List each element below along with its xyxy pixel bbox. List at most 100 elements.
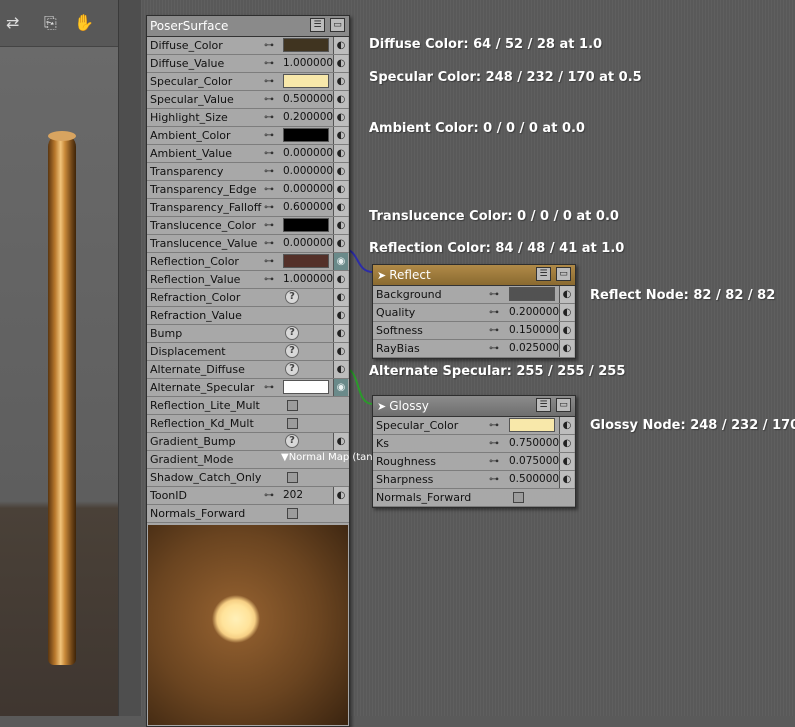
node-row[interactable]: Ks ⊶ 0.750000 ◐ bbox=[373, 435, 575, 453]
node-row[interactable]: Ambient_Color ⊶ ◐ bbox=[147, 127, 349, 145]
node-row[interactable]: Specular_Color ⊶ ◐ bbox=[147, 73, 349, 91]
checkbox[interactable] bbox=[287, 400, 298, 411]
value-field[interactable]: 0.500000 bbox=[283, 92, 333, 106]
link-icon[interactable]: ⊶ bbox=[264, 382, 274, 393]
value-field[interactable]: 0.025000 bbox=[509, 341, 559, 355]
export-icon[interactable]: ⎘ bbox=[44, 14, 57, 32]
link-icon[interactable]: ⊶ bbox=[264, 490, 274, 501]
value-field[interactable]: 0.200000 bbox=[509, 305, 559, 319]
input-plug-icon[interactable]: ◐ bbox=[333, 343, 348, 360]
value-field[interactable]: 0.000000 bbox=[283, 146, 333, 160]
input-plug-icon[interactable]: ◐ bbox=[333, 487, 348, 504]
link-icon[interactable]: ⊶ bbox=[489, 343, 499, 354]
link-icon[interactable]: ⊶ bbox=[264, 112, 274, 123]
checkbox[interactable] bbox=[287, 472, 298, 483]
value-field[interactable]: 0.200000 bbox=[283, 110, 333, 124]
hand-icon[interactable]: ✋ bbox=[74, 14, 94, 32]
node-row[interactable]: Refraction_Value ◐ bbox=[147, 307, 349, 325]
link-icon[interactable]: ⊶ bbox=[264, 184, 274, 195]
value-field[interactable]: 0.150000 bbox=[509, 323, 559, 337]
node-row[interactable]: Roughness ⊶ 0.075000 ◐ bbox=[373, 453, 575, 471]
link-icon[interactable]: ⊶ bbox=[264, 76, 274, 87]
node-row[interactable]: ToonID ⊶ 202 ◐ bbox=[147, 487, 349, 505]
value-field[interactable]: 202 bbox=[283, 488, 329, 502]
link-icon[interactable]: ⊶ bbox=[264, 202, 274, 213]
node-row[interactable]: Alternate_Specular ⊶ ◉ bbox=[147, 379, 349, 397]
node-row[interactable]: Reflection_Kd_Mult bbox=[147, 415, 349, 433]
node-row[interactable]: Gradient_Mode ▼Normal Map (tan bbox=[147, 451, 373, 469]
input-plug-icon[interactable]: ◐ bbox=[333, 145, 348, 162]
node-row[interactable]: Normals_Forward bbox=[373, 489, 575, 507]
node-row[interactable]: Transparency ⊶ 0.000000 ◐ bbox=[147, 163, 349, 181]
node-row[interactable]: Reflection_Color ⊶ ◉ bbox=[147, 253, 349, 271]
input-plug-icon[interactable]: ◐ bbox=[333, 127, 348, 144]
link-icon[interactable]: ⊶ bbox=[264, 40, 274, 51]
node-row[interactable]: Transparency_Falloff ⊶ 0.600000 ◐ bbox=[147, 199, 349, 217]
input-plug-icon[interactable]: ◐ bbox=[559, 286, 574, 303]
node-row[interactable]: Diffuse_Color ⊶ ◐ bbox=[147, 37, 349, 55]
value-field[interactable]: 0.075000 bbox=[509, 454, 559, 468]
poser-surface-node[interactable]: PoserSurface ☰ ▭ Diffuse_Color ⊶ ◐ Diffuse_… bbox=[146, 15, 373, 727]
link-icon[interactable]: ⊶ bbox=[264, 256, 274, 267]
node-row[interactable]: RayBias ⊶ 0.025000 ◐ bbox=[373, 340, 575, 358]
link-icon[interactable]: ⊶ bbox=[264, 274, 274, 285]
color-swatch[interactable] bbox=[283, 218, 329, 232]
node-row[interactable]: Softness ⊶ 0.150000 ◐ bbox=[373, 322, 575, 340]
node-row[interactable]: Ambient_Value ⊶ 0.000000 ◐ bbox=[147, 145, 349, 163]
input-plug-icon[interactable]: ◐ bbox=[333, 271, 348, 288]
node-row[interactable]: Quality ⊶ 0.200000 ◐ bbox=[373, 304, 575, 322]
glossy-header[interactable]: ➤ Glossy ☰ ▭ bbox=[373, 396, 575, 417]
node-row[interactable]: Refraction_Color? ◐ bbox=[147, 289, 349, 307]
node-row[interactable]: Background ⊶ ◐ bbox=[373, 286, 575, 304]
input-plug-icon[interactable]: ◐ bbox=[559, 340, 574, 357]
link-icon[interactable]: ⊶ bbox=[264, 238, 274, 249]
link-icon[interactable]: ⊶ bbox=[489, 438, 499, 449]
input-plug-icon[interactable]: ◐ bbox=[333, 181, 348, 198]
link-icon[interactable]: ⊶ bbox=[264, 130, 274, 141]
checkbox[interactable] bbox=[287, 508, 298, 519]
link-icon[interactable]: ⊶ bbox=[489, 420, 499, 431]
color-swatch[interactable] bbox=[283, 74, 329, 88]
node-row[interactable]: Bump? ◐ bbox=[147, 325, 349, 343]
input-plug-icon[interactable]: ◐ bbox=[559, 322, 574, 339]
input-plug-icon[interactable]: ◐ bbox=[333, 325, 348, 342]
color-swatch[interactable] bbox=[509, 418, 555, 432]
node-row[interactable]: Normals_Forward bbox=[147, 505, 349, 523]
node-row[interactable]: Reflection_Lite_Mult bbox=[147, 397, 349, 415]
link-icon[interactable]: ⊶ bbox=[264, 94, 274, 105]
input-plug-icon[interactable]: ◐ bbox=[333, 73, 348, 90]
input-plug-icon[interactable]: ◐ bbox=[333, 55, 348, 72]
node-row[interactable]: Translucence_Value ⊶ 0.000000 ◐ bbox=[147, 235, 349, 253]
color-swatch[interactable] bbox=[283, 254, 329, 268]
link-icon[interactable]: ⊶ bbox=[489, 325, 499, 336]
poser-surface-header[interactable]: PoserSurface ☰ ▭ bbox=[147, 16, 349, 37]
input-plug-icon[interactable]: ◐ bbox=[333, 289, 348, 306]
input-plug-icon[interactable]: ◐ bbox=[333, 361, 348, 378]
input-plug-icon[interactable]: ◐ bbox=[559, 471, 574, 488]
color-swatch[interactable] bbox=[283, 128, 329, 142]
node-row[interactable]: Sharpness ⊶ 0.500000 ◐ bbox=[373, 471, 575, 489]
node-row[interactable]: Transparency_Edge ⊶ 0.000000 ◐ bbox=[147, 181, 349, 199]
value-field[interactable]: 0.000000 bbox=[283, 164, 333, 178]
link-icon[interactable]: ⊶ bbox=[264, 220, 274, 231]
input-plug-icon[interactable]: ◐ bbox=[559, 435, 574, 452]
help-icon[interactable]: ? bbox=[285, 290, 299, 304]
value-field[interactable]: 0.600000 bbox=[283, 200, 333, 214]
node-collapse-icon[interactable]: ▭ bbox=[556, 267, 571, 281]
value-field[interactable]: 0.500000 bbox=[509, 472, 559, 486]
color-swatch[interactable] bbox=[283, 380, 329, 394]
value-field[interactable]: 1.000000 bbox=[283, 272, 333, 286]
link-icon[interactable]: ⊶ bbox=[489, 289, 499, 300]
help-icon[interactable]: ? bbox=[285, 344, 299, 358]
node-row[interactable]: Shadow_Catch_Only bbox=[147, 469, 349, 487]
node-row[interactable]: Specular_Value ⊶ 0.500000 ◐ bbox=[147, 91, 349, 109]
mode-dropdown[interactable]: ▼Normal Map (tan bbox=[281, 452, 373, 463]
input-plug-icon[interactable]: ◐ bbox=[333, 307, 348, 324]
value-field[interactable]: 0.000000 bbox=[283, 182, 333, 196]
input-plug-icon[interactable]: ◐ bbox=[559, 304, 574, 321]
color-swatch[interactable] bbox=[283, 38, 329, 52]
link-icon[interactable]: ⊶ bbox=[264, 148, 274, 159]
input-plug-icon[interactable]: ◐ bbox=[333, 433, 348, 450]
input-plug-icon[interactable]: ◐ bbox=[333, 109, 348, 126]
color-swatch[interactable] bbox=[509, 287, 555, 301]
